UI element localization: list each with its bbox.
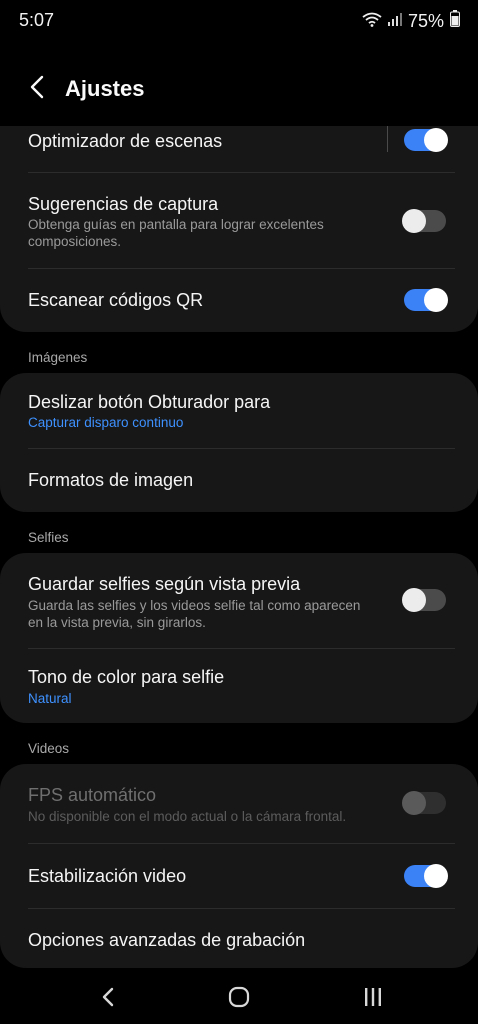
advanced-recording-label: Opciones avanzadas de grabación [28,930,306,950]
nav-back-icon [101,986,115,1013]
battery-icon [450,10,460,32]
app-header: Ajustes [0,70,478,110]
image-formats-label: Formatos de imagen [28,470,194,490]
section-label-videos: Videos [28,741,70,756]
auto-fps-label: FPS automático [28,785,157,805]
scan-qr-toggle[interactable] [404,288,448,312]
swipe-shutter-label: Deslizar botón Obturador para [28,392,271,412]
scene-optimizer-label: Optimizador de escenas [28,131,223,151]
battery-percent: 75% [407,10,444,31]
nav-recents-icon [362,986,384,1013]
save-selfies-toggle[interactable] [402,588,446,612]
images-card: Deslizar botón Obturador para Capturar d… [0,373,478,512]
save-selfies-row[interactable]: Guardar selfies según vista previa Guard… [0,553,478,648]
advanced-recording-row[interactable]: Opciones avanzadas de grabación [0,909,478,968]
wifi-icon [362,11,382,32]
selfie-color-tone-value: Natural [28,691,72,706]
selfies-card: Guardar selfies según vista previa Guard… [0,553,478,723]
auto-fps-toggle [402,791,446,815]
status-icons: 75% [362,10,460,32]
shot-suggestions-row[interactable]: Sugerencias de captura Obtenga guías en … [0,173,478,268]
nav-home-icon [228,986,250,1013]
scene-optimizer-row[interactable]: Optimizador de escenas [0,126,478,172]
signal-icon [387,11,402,32]
save-selfies-description: Guarda las selfies y los videos selfie t… [28,598,361,630]
image-formats-row[interactable]: Formatos de imagen [0,449,478,512]
videos-card: FPS automático No disponible con el modo… [0,764,478,968]
page-title: Ajustes [65,76,145,101]
nav-recents-button[interactable] [353,984,393,1014]
scan-qr-label: Escanear códigos QR [28,290,204,310]
video-stabilization-label: Estabilización video [28,866,187,886]
selfie-color-tone-row[interactable]: Tono de color para selfie Natural [0,649,478,723]
shot-suggestions-toggle[interactable] [402,209,446,233]
navigation-bar [0,972,478,1024]
auto-fps-description: No disponible con el modo actual o la cá… [28,809,347,824]
selfie-color-tone-label: Tono de color para selfie [28,667,225,687]
section-label-images: Imágenes [28,350,88,365]
nav-home-button[interactable] [219,984,259,1014]
scene-optimizer-toggle[interactable] [404,128,448,152]
swipe-shutter-value: Capturar disparo continuo [28,415,184,430]
vertical-divider [387,126,388,152]
back-icon [30,75,44,104]
shot-suggestions-description: Obtenga guías en pantalla para lograr ex… [28,217,324,249]
swipe-shutter-row[interactable]: Deslizar botón Obturador para Capturar d… [0,373,478,448]
shot-suggestions-label: Sugerencias de captura [28,194,219,214]
section-label-selfies: Selfies [28,530,69,545]
camera-options-card: Optimizador de escenas Sugerencias de ca… [0,126,478,332]
status-bar: 5:07 75% [0,0,478,40]
video-stabilization-toggle[interactable] [404,864,448,888]
status-time: 5:07 [19,10,55,30]
scan-qr-row[interactable]: Escanear códigos QR [0,269,478,332]
nav-back-button[interactable] [88,984,128,1014]
save-selfies-label: Guardar selfies según vista previa [28,574,301,594]
back-button[interactable] [22,74,52,104]
video-stabilization-row[interactable]: Estabilización video [0,844,478,908]
auto-fps-row: FPS automático No disponible con el modo… [0,764,478,843]
